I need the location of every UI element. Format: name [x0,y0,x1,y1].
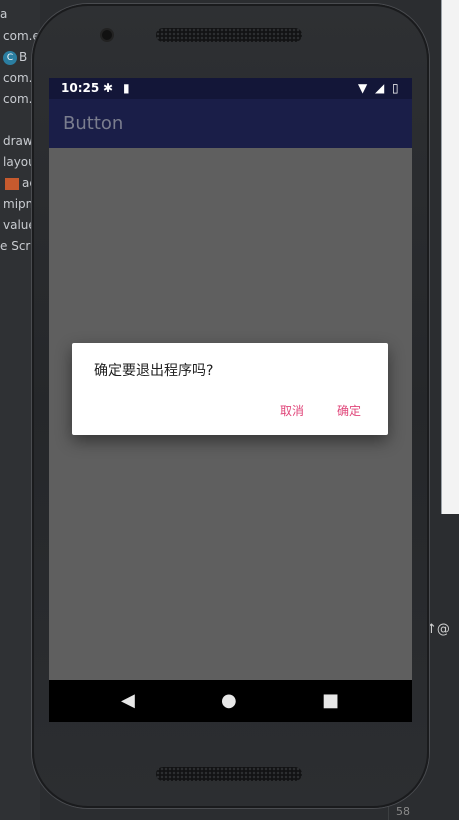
settings-icon: ✱ [103,81,114,95]
front-camera-icon [102,30,112,40]
wifi-icon: ▼ [358,81,368,95]
image-file-icon [5,177,19,190]
status-time: 10:25 [61,81,100,95]
exit-confirm-dialog: 确定要退出程序吗? 取消 确定 [72,343,388,435]
recents-icon[interactable]: ■ [322,690,339,712]
ide-tree-label: com. [3,71,33,85]
sd-card-icon: ▮ [123,81,130,95]
ide-line-number: 58 [396,805,410,818]
signal-icon: ◢ [375,81,385,95]
dialog-message: 确定要退出程序吗? [94,363,214,379]
status-bar: 10:25 ✱ ▮ ▼ ◢ ▯ [49,78,412,99]
app-bar: Button [49,99,412,148]
cancel-button[interactable]: 取消 [280,402,304,419]
top-speaker [156,28,302,42]
ide-tree-label: com. [3,92,33,106]
navigation-bar: ◀ ● ■ [49,680,412,722]
bottom-speaker [156,767,302,781]
ide-tree-label: a [0,7,8,21]
home-icon[interactable]: ● [221,690,237,712]
class-icon: C [3,50,17,65]
ide-tree-label: B [19,50,28,64]
back-icon[interactable]: ◀ [121,690,135,712]
app-title: Button [63,113,124,134]
confirm-button[interactable]: 确定 [337,402,361,419]
ide-tree-label: draw [3,134,33,148]
battery-icon: ▯ [392,81,399,95]
ide-tree-label: layou [3,155,36,169]
ide-preview-panel [441,0,459,514]
ide-tree-label: value [3,218,36,232]
ide-marker: ↑@ [426,622,450,637]
